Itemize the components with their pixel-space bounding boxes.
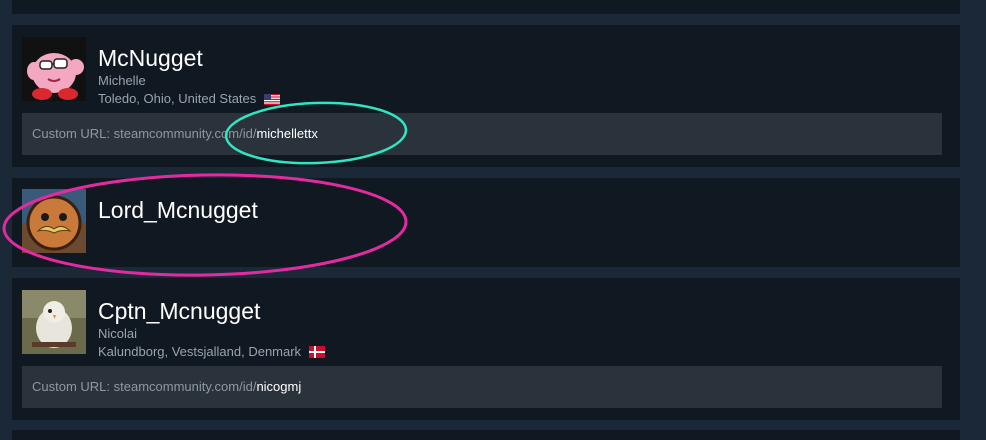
location-text: Toledo, Ohio, United States xyxy=(98,91,257,106)
location: Toledo, Ohio, United States xyxy=(98,91,280,106)
persona-name-link[interactable]: Cptn_Mcnugget xyxy=(98,298,260,325)
custom-url-box: Custom URL: steamcommunity.com/id/nicogm… xyxy=(22,366,942,408)
next-result-card xyxy=(12,430,960,440)
real-name: Michelle xyxy=(98,73,146,88)
search-result-card[interactable]: Lord_Mcnugget xyxy=(12,178,960,267)
previous-result-card xyxy=(12,0,960,14)
real-name: Nicolai xyxy=(98,326,138,341)
search-result-card[interactable]: McNugget Michelle Toledo, Ohio, United S… xyxy=(12,25,960,167)
custom-url-box: Custom URL: steamcommunity.com/id/michel… xyxy=(22,113,942,155)
kirby-sunglasses-avatar-icon xyxy=(22,37,86,101)
search-result-card[interactable]: Cptn_Mcnugget Nicolai Kalundborg, Vestsj… xyxy=(12,278,960,420)
custom-url-label: Custom URL: steamcommunity.com/id/ xyxy=(32,379,257,394)
custom-url[interactable]: Custom URL: steamcommunity.com/id/michel… xyxy=(32,126,318,141)
custom-url-id: michellettx xyxy=(256,126,318,141)
avatar[interactable] xyxy=(22,37,86,101)
denmark-flag-icon xyxy=(308,346,325,358)
persona-name-link[interactable]: McNugget xyxy=(98,45,203,72)
custom-url-label: Custom URL: steamcommunity.com/id/ xyxy=(32,126,257,141)
avatar[interactable] xyxy=(22,189,86,253)
nugget-mustache-avatar-icon xyxy=(22,189,86,253)
avatar[interactable] xyxy=(22,290,86,354)
custom-url[interactable]: Custom URL: steamcommunity.com/id/nicogm… xyxy=(32,379,301,394)
white-bird-avatar-icon xyxy=(22,290,86,354)
custom-url-id: nicogmj xyxy=(256,379,302,394)
location-text: Kalundborg, Vestsjalland, Denmark xyxy=(98,344,302,359)
location: Kalundborg, Vestsjalland, Denmark xyxy=(98,344,325,359)
persona-name-link[interactable]: Lord_Mcnugget xyxy=(98,197,258,224)
us-flag-icon xyxy=(263,94,280,105)
